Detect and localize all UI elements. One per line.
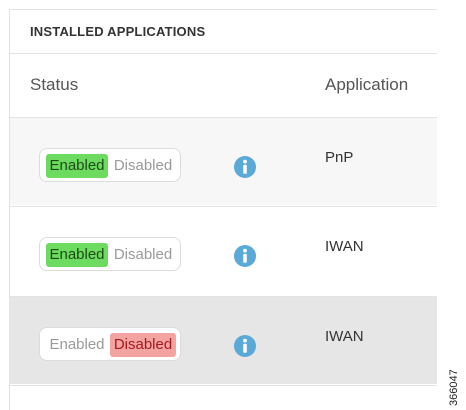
installed-applications-panel: INSTALLED APPLICATIONS Status Applicatio… [9,9,437,410]
disabled-option[interactable]: Disabled [110,243,176,267]
disabled-option[interactable]: Disabled [110,333,176,357]
title-divider [10,53,437,54]
info-icon[interactable] [234,245,256,267]
info-icon[interactable] [234,156,256,178]
column-header-application: Application [325,75,409,94]
disabled-option[interactable]: Disabled [110,154,176,178]
bottom-divider [10,385,437,386]
app-row-pnp[interactable]: Enabled Disabled PnP [10,117,437,205]
status-toggle[interactable]: Enabled Disabled [39,237,181,271]
app-row-iwan-disabled[interactable]: Enabled Disabled IWAN [10,296,437,384]
enabled-option[interactable]: Enabled [46,154,108,178]
status-toggle[interactable]: Enabled Disabled [39,148,181,182]
enabled-option[interactable]: Enabled [46,333,108,357]
status-toggle[interactable]: Enabled Disabled [39,327,181,361]
info-icon[interactable] [234,335,256,357]
app-row-iwan[interactable]: Enabled Disabled IWAN [10,206,437,294]
panel-title: INSTALLED APPLICATIONS [30,24,206,39]
enabled-option[interactable]: Enabled [46,243,108,267]
application-name: IWAN [325,238,364,255]
figure-id: 366047 [448,369,460,406]
application-name: IWAN [325,328,364,345]
application-name: PnP [325,149,354,166]
column-header-status: Status [30,75,79,94]
